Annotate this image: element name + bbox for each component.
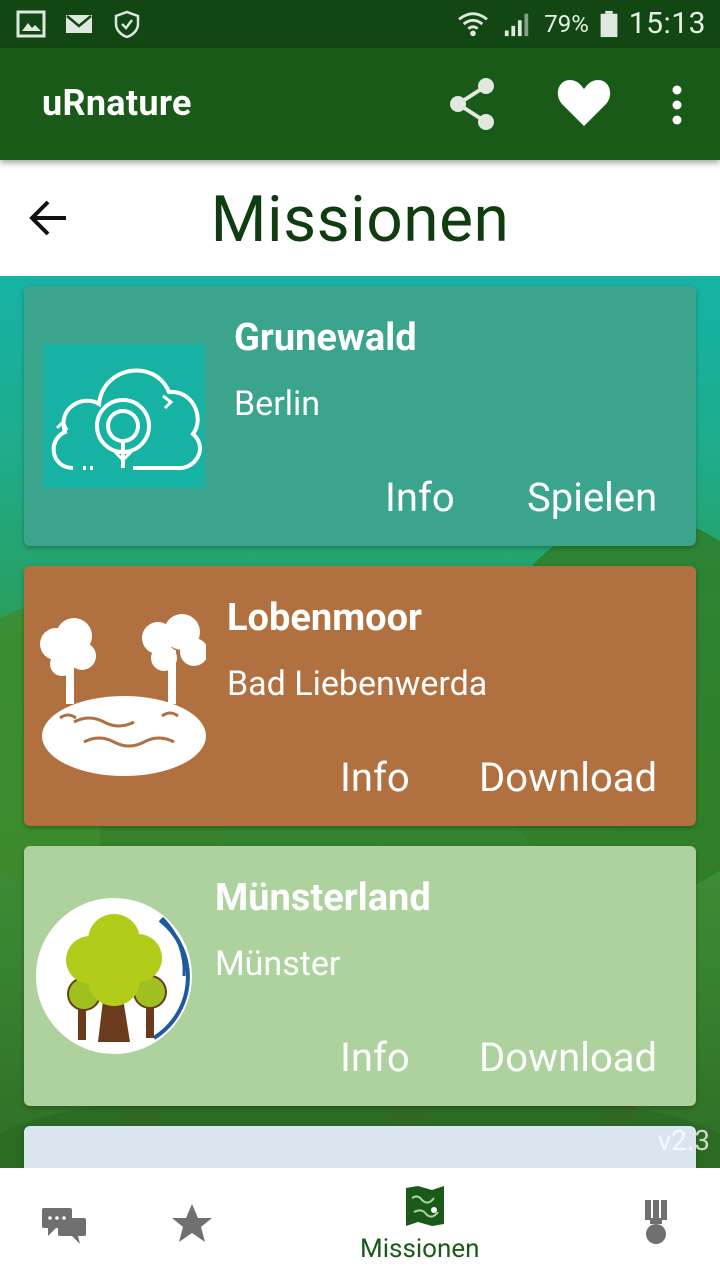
download-button[interactable]: Download	[479, 754, 657, 801]
app-bar: uRnature	[0, 48, 720, 160]
info-button[interactable]: Info	[340, 754, 410, 801]
wifi-icon	[458, 11, 489, 36]
mission-card-grunewald[interactable]: Grunewald Berlin Info Spielen	[24, 286, 696, 546]
app-title: uRnature	[42, 82, 192, 124]
battery-percent: 79%	[544, 9, 589, 38]
map-icon[interactable]	[404, 1184, 446, 1228]
share-icon[interactable]	[446, 76, 498, 132]
download-button[interactable]: Download	[479, 1034, 657, 1081]
mission-card-partial[interactable]	[24, 1126, 696, 1168]
battery-icon	[600, 10, 618, 37]
mission-card-muensterland[interactable]: Münsterland Münster Info Download	[24, 846, 696, 1106]
mission-name: Münsterland	[215, 876, 431, 920]
version-label: v2.3	[657, 1124, 710, 1157]
star-icon[interactable]	[170, 1202, 214, 1244]
mission-name: Grunewald	[234, 316, 417, 360]
medal-icon[interactable]	[642, 1198, 670, 1246]
tree-icon	[36, 898, 192, 1054]
mission-place: Bad Liebenwerda	[227, 664, 488, 704]
info-button[interactable]: Info	[385, 474, 455, 521]
mission-name: Lobenmoor	[227, 596, 422, 640]
bottom-navigation: Missionen	[0, 1168, 720, 1280]
info-button[interactable]: Info	[340, 1034, 410, 1081]
more-vert-icon[interactable]	[666, 84, 688, 126]
mission-logo	[34, 614, 208, 778]
cloud-tree-icon	[51, 368, 202, 471]
mission-card-lobenmoor[interactable]: Lobenmoor Bad Liebenwerda Info Download	[24, 566, 696, 826]
gallery-icon	[16, 10, 46, 38]
status-bar: 79% 15:13	[0, 0, 720, 48]
clock: 15:13	[628, 6, 706, 41]
play-button[interactable]: Spielen	[527, 474, 657, 521]
page-header: Missionen	[0, 160, 720, 276]
mission-logo	[43, 344, 205, 488]
mission-list[interactable]: Grunewald Berlin Info Spielen Lobenmoor …	[0, 276, 720, 1168]
page-title: Missionen	[210, 182, 510, 257]
mission-logo	[34, 896, 194, 1056]
heart-icon[interactable]	[556, 76, 612, 128]
mail-icon	[66, 15, 92, 33]
mission-place: Berlin	[234, 384, 321, 424]
shield-check-icon	[114, 10, 140, 38]
signal-icon	[505, 13, 529, 36]
chat-icon[interactable]	[40, 1206, 88, 1246]
moor-trees-icon	[40, 614, 208, 776]
nav-label-missionen[interactable]: Missionen	[360, 1234, 480, 1264]
mission-place: Münster	[215, 944, 341, 984]
